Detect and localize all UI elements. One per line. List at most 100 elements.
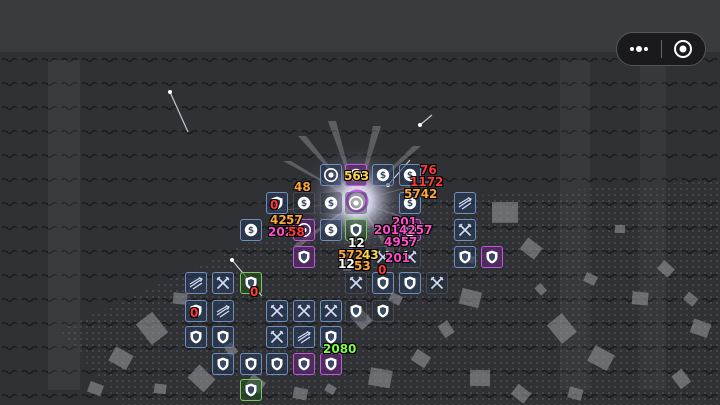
unit-tile[interactable] [185, 326, 207, 348]
arrows-icon [189, 276, 203, 290]
debris-shard [469, 369, 491, 387]
sword-icon [270, 330, 284, 344]
unit-tile[interactable] [320, 300, 342, 322]
shield-icon [298, 357, 310, 371]
unit-tile[interactable]: $ [372, 164, 394, 186]
unit-tile[interactable] [293, 326, 315, 348]
damage-number: 201 [385, 251, 411, 265]
damage-number: 48 [294, 180, 311, 194]
unit-tile[interactable] [345, 300, 367, 322]
shield-icon [245, 383, 257, 397]
arrow-head [230, 258, 234, 262]
svg-text:$: $ [328, 226, 334, 236]
damage-number: 0 [190, 306, 199, 320]
unit-tile[interactable] [454, 192, 476, 214]
shield-icon [271, 357, 283, 371]
unit-tile[interactable] [345, 272, 367, 294]
shield-icon [350, 304, 362, 318]
sword-icon [270, 304, 284, 318]
damage-number: 0 [250, 285, 259, 299]
shield-icon [325, 357, 337, 371]
unit-tile[interactable] [266, 300, 288, 322]
svg-text:$: $ [248, 226, 254, 236]
unit-tile[interactable] [293, 300, 315, 322]
unit-tile[interactable] [454, 219, 476, 241]
sword-icon [216, 276, 230, 290]
damage-number: 58 [288, 225, 305, 239]
debris-shard [614, 224, 626, 234]
shield-icon [377, 276, 389, 290]
shield-icon [404, 276, 416, 290]
unit-tile[interactable] [240, 379, 262, 401]
coin-icon: $ [324, 196, 338, 210]
coin-icon: $ [244, 223, 258, 237]
svg-text:$: $ [380, 171, 386, 181]
unit-tile[interactable]: $ [320, 219, 342, 241]
damage-number: 53 [354, 259, 371, 273]
close-button[interactable] [661, 33, 705, 65]
unit-tile[interactable] [266, 353, 288, 375]
more-button[interactable] [617, 33, 661, 65]
shield-icon [190, 330, 202, 344]
shield-icon [486, 250, 498, 264]
shield-icon [298, 250, 310, 264]
miniprogram-capsule-menu [616, 32, 706, 66]
game-stage[interactable]: $ $ $ $ $ $ $ $ $ 48 563 76 1172 5742 0 422 57 2028 58 201… [0, 0, 720, 405]
shield-icon [377, 304, 389, 318]
unit-tile[interactable]: $ [293, 192, 315, 214]
target-icon [349, 196, 363, 210]
damage-number: 4957 [384, 235, 418, 249]
unit-tile[interactable]: $ [320, 192, 342, 214]
unit-tile[interactable] [240, 353, 262, 375]
svg-text:$: $ [301, 199, 307, 209]
arrows-icon [297, 330, 311, 344]
damage-number: 12 [338, 257, 355, 271]
sword-icon [430, 276, 444, 290]
shield-icon [459, 250, 471, 264]
arrows-icon [458, 196, 472, 210]
damage-number: 563 [344, 169, 370, 183]
unit-tile[interactable] [185, 272, 207, 294]
shield-icon [245, 357, 257, 371]
target-icon [324, 168, 338, 182]
unit-tile[interactable] [399, 272, 421, 294]
arrow-head [168, 90, 172, 94]
shield-icon [217, 357, 229, 371]
arrows-icon [216, 304, 230, 318]
shield-icon [217, 330, 229, 344]
svg-text:$: $ [328, 199, 334, 209]
unit-tile[interactable]: $ [240, 219, 262, 241]
unit-tile[interactable] [212, 300, 234, 322]
unit-tile[interactable] [426, 272, 448, 294]
damage-number: 5742 [404, 187, 438, 201]
debris-shard [492, 202, 518, 223]
unit-tile[interactable] [293, 246, 315, 268]
damage-number: 0 [270, 198, 279, 212]
damage-number: 2080 [323, 342, 357, 356]
sky-band [0, 0, 720, 52]
unit-tile[interactable] [320, 164, 342, 186]
close-target-icon [674, 40, 693, 58]
unit-tile[interactable] [481, 246, 503, 268]
sword-icon [324, 304, 338, 318]
unit-tile[interactable] [345, 192, 367, 214]
more-dots-icon [629, 46, 648, 52]
arrow-head [418, 123, 422, 127]
damage-number: 0 [378, 263, 387, 277]
sword-icon [349, 276, 363, 290]
unit-tile[interactable] [266, 326, 288, 348]
unit-tile[interactable] [454, 246, 476, 268]
unit-tile[interactable] [212, 353, 234, 375]
coin-icon: $ [376, 168, 390, 182]
unit-tile[interactable] [212, 326, 234, 348]
debris-shard [631, 291, 649, 306]
debris-shard [153, 383, 167, 395]
unit-tile[interactable] [212, 272, 234, 294]
unit-tile[interactable] [293, 353, 315, 375]
coin-icon: $ [324, 223, 338, 237]
debris-shard [368, 367, 393, 389]
fog-pillar [640, 60, 666, 390]
unit-tile[interactable] [372, 300, 394, 322]
unit-tile[interactable] [320, 353, 342, 375]
fog-pillar [48, 60, 80, 390]
